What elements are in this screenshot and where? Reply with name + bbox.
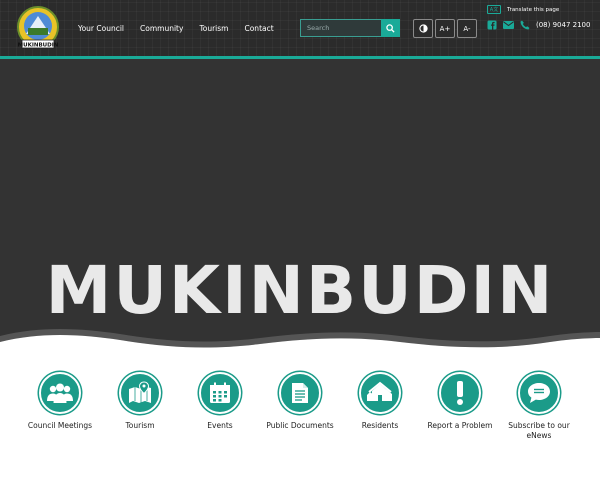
phone-number[interactable]: (08) 9047 2100 [536,21,590,29]
quick-link-label: Residents [361,421,399,430]
decrease-text-button[interactable]: A- [457,19,477,38]
quick-link-label: Tourism [125,421,155,430]
facebook-icon[interactable] [487,20,497,30]
quick-link-circle [119,372,161,414]
main-nav: Your Council Community Tourism Contact [70,0,282,56]
search-icon [386,23,395,33]
translate-link[interactable]: A文 Translate this page [487,5,559,14]
nav-tourism[interactable]: Tourism [191,24,236,33]
exclamation-icon [457,381,463,405]
nav-your-council[interactable]: Your Council [70,24,132,33]
site-header: MUKINBUDIN Your Council Community Touris… [0,0,600,57]
quick-link-residents[interactable]: Residents [340,372,420,431]
quick-link-report-problem[interactable]: Report a Problem [420,372,500,431]
people-icon [47,383,73,403]
phone-icon[interactable] [520,20,530,30]
quick-link-label: Public Documents [266,421,334,430]
quick-link-circle [279,372,321,414]
quick-link-label: Subscribe to our eNews [508,421,570,440]
search-input[interactable] [300,19,382,37]
increase-text-button[interactable]: A+ [435,19,455,38]
contrast-icon [418,24,428,33]
contact-links: (08) 9047 2100 [487,20,590,30]
quick-link-events[interactable]: Events [180,372,260,431]
logo-text: MUKINBUDIN [18,43,59,49]
quick-link-tourism[interactable]: Tourism [100,372,180,431]
quick-link-label: Events [207,421,233,430]
contrast-toggle-button[interactable] [413,19,433,38]
quick-link-circle [359,372,401,414]
quick-link-council-meetings[interactable]: Council Meetings [20,372,100,431]
shire-logo[interactable]: MUKINBUDIN [16,6,60,52]
quick-link-label: Council Meetings [27,421,93,430]
quick-link-circle [518,372,560,414]
quick-link-subscribe-enews[interactable]: Subscribe to our eNews [499,372,579,441]
hero-title: MUKINBUDIN [45,252,555,329]
quick-links: Council Meetings Tourism Events Public D… [0,372,600,472]
calendar-icon [210,382,230,403]
nav-community[interactable]: Community [132,24,191,33]
quick-link-circle [439,372,481,414]
translate-label: Translate this page [507,6,560,13]
quick-link-circle [39,372,81,414]
page: MUKINBUDIN Your Council Community Touris… [0,0,600,480]
nav-contact[interactable]: Contact [236,24,281,33]
quick-link-label: Report a Problem [427,421,493,430]
document-icon [292,383,308,403]
map-pin-icon [129,381,151,403]
chat-bubble-icon [528,383,550,403]
quick-link-circle [199,372,241,414]
translate-icon: A文 [487,5,501,14]
email-icon[interactable] [503,21,514,29]
search-button[interactable] [381,19,400,37]
hero-wave-divider [0,322,600,362]
houses-icon [367,381,392,401]
quick-link-public-documents[interactable]: Public Documents [260,372,340,431]
